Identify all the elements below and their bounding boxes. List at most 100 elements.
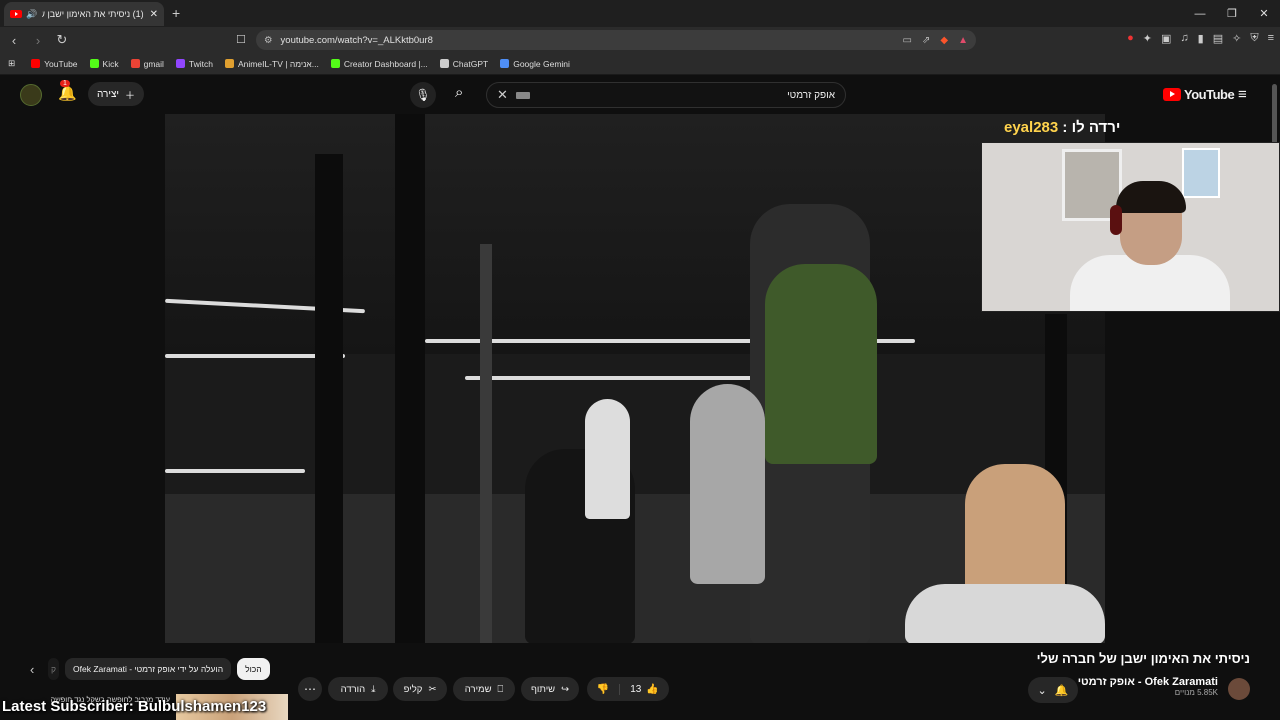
reader-icon[interactable]: ▣ [1161,32,1171,45]
stream-overlay-username: eyal283 [1004,119,1059,136]
bookmark-item[interactable]: gmail [130,59,164,69]
search-query-text: אופק זרמטי [787,89,835,101]
account-avatar[interactable] [20,84,42,106]
chip-uploaded-by-channel[interactable]: הועלה על ידי אופק זרמטי - Ofek Zaramati [65,658,232,680]
video-frame-rack [480,244,492,643]
back-button[interactable]: ‹ [4,33,24,48]
clear-search-icon[interactable]: ✕ [497,87,508,103]
menu-icon[interactable]: ≡ [1268,32,1274,45]
create-button[interactable]: יצירה ＋ [88,82,144,106]
page-scrollbar[interactable] [1272,84,1277,144]
dislike-button[interactable]: 👎 [587,684,619,695]
clip-button[interactable]: ✂ קליפ [393,677,447,701]
chevron-left-icon[interactable]: ‹ [30,662,42,677]
channel-avatar[interactable] [1228,678,1250,700]
video-player[interactable] [165,114,1105,643]
share-icon: ↪ [561,683,570,695]
youtube-favicon-icon [10,10,22,18]
video-frame-rack [315,154,343,643]
notification-badge: 1 [60,80,70,87]
bell-icon: 🔔 [1054,684,1069,697]
close-window-button[interactable]: ✕ [1248,0,1280,27]
chip-all[interactable]: הכול [237,658,270,680]
recommendation-chips: ‹ ק הועלה על ידי אופק זרמטי - Ofek Zaram… [30,658,270,680]
cast-icon[interactable]: ▭ [903,35,912,46]
chevron-down-icon: ⌄ [1037,684,1047,697]
microphone-icon: 🎙 [415,88,431,102]
rewards-icon[interactable]: ▲ [958,35,968,46]
sidebar-icon[interactable]: ▮ [1198,32,1204,45]
music-icon[interactable]: ♫ [1180,32,1188,45]
maximize-button[interactable]: ❐ [1216,0,1248,27]
streamer-webcam [981,142,1280,312]
youtube-logo[interactable]: YouTube [1163,87,1235,102]
like-button[interactable]: 13 👍 [619,683,669,695]
search-button[interactable]: ⌕ [455,84,463,101]
record-extension-icon[interactable]: ● [1127,32,1134,45]
video-frame-person [585,399,630,519]
youtube-masthead: 🔔 1 יצירה ＋ 🎙 ⌕ ✕ אופק זרמטי YouTube ≡ [0,76,1280,114]
bookmark-item[interactable]: ChatGPT [439,59,488,69]
vpn-shield-icon[interactable]: ⛨ [1250,32,1258,45]
speaker-icon[interactable]: 🔊 [26,9,37,20]
subscriber-count: 5.85K מנויים [1174,688,1218,697]
bookmark-favicon-icon [330,59,340,68]
more-horizontal-icon: ⋯ [304,682,316,696]
window-controls: — ❐ ✕ [1184,0,1280,27]
minimize-button[interactable]: — [1184,0,1216,27]
browser-tab-active[interactable]: 🔊 (1) ניסיתי את האימון ישבן של חברה שלי … [4,2,164,26]
share-button[interactable]: ↪ שיתוף [521,677,579,701]
bookmark-item[interactable]: Kick [89,59,119,69]
forward-button[interactable]: › [28,33,48,48]
url-text: youtube.com/watch?v=_ALKktb0ur8 [280,34,433,46]
save-button[interactable]: ⎕ שמירה [453,677,515,701]
bookmark-icon: ⎕ [497,683,504,695]
webcam-headphones [1110,205,1122,235]
ai-assistant-icon[interactable]: ✧ [1232,32,1241,45]
subscription-bell-button[interactable]: ⌄ 🔔 [1028,677,1078,703]
bookmark-item[interactable]: YouTube [31,59,78,69]
bookmarks-bar: ⊞ YouTube Kick gmail Twitch AnimeIL-TV |… [0,53,1280,75]
bookmark-favicon-icon [225,59,234,68]
download-button[interactable]: ⤓ הורדה [328,677,388,701]
video-frame-person [765,264,877,464]
reload-button[interactable]: ↻ [52,32,72,48]
bookmark-item[interactable]: Twitch [175,59,213,69]
close-tab-icon[interactable]: ✕ [150,9,158,20]
channel-info[interactable]: Ofek Zaramati - אופק זרמטי 5.85K מנויים [1078,676,1218,697]
site-info-icon[interactable]: ⚙ [264,35,273,46]
bookmark-favicon-icon [31,59,41,68]
bookmark-item[interactable]: Google Gemini [500,59,570,69]
chip-partial[interactable]: ק [48,658,60,680]
scissors-icon: ✂ [428,683,437,695]
video-frame-rack [395,114,425,643]
puzzle-extensions-icon[interactable]: ✦ [1143,32,1152,45]
new-tab-button[interactable]: + [172,5,180,21]
search-icon: ⌕ [455,84,464,101]
video-frame-light [465,376,795,380]
bookmark-item[interactable]: AnimeIL-TV | אנימה... [225,59,319,69]
webcam-person-hair [1116,181,1186,213]
stream-overlay-caption: ירדה לו : eyal283 [1004,119,1121,136]
more-actions-button[interactable]: ⋯ [298,677,322,701]
browser-toolbar: ‹ › ↻ ☐ ⚙ youtube.com/watch?v=_ALKktb0ur… [0,27,1280,53]
guide-menu-icon[interactable]: ≡ [1238,86,1247,103]
bookmark-favicon-icon [500,59,510,68]
voice-search-button[interactable]: 🎙 [410,82,436,108]
channel-name[interactable]: Ofek Zaramati - אופק זרמטי [1078,676,1218,688]
bookmark-page-icon[interactable]: ☐ [236,33,246,46]
video-frame-person [690,384,765,584]
video-title: ניסיתי את האימון ישבן של חברה שלי [1036,651,1250,666]
address-bar[interactable]: ⚙ youtube.com/watch?v=_ALKktb0ur8 ▭ ⇗ ◆ … [256,30,976,50]
thumbs-down-icon: 👎 [596,683,610,695]
share-page-icon[interactable]: ⇗ [922,35,930,46]
wallet-icon[interactable]: ▤ [1213,32,1223,45]
bookmark-item[interactable]: Creator Dashboard |... [330,59,428,69]
apps-grid-icon[interactable]: ⊞ [8,58,15,69]
extensions-area: ● ✦ ▣ ♫ ▮ ▤ ✧ ⛨ ≡ [1127,32,1274,45]
download-icon: ⤓ [371,683,376,695]
notifications-bell-icon[interactable]: 🔔 1 [58,80,77,102]
brave-shield-icon[interactable]: ◆ [940,35,948,46]
keyboard-icon[interactable] [515,91,530,99]
search-input[interactable]: ✕ אופק זרמטי [486,82,846,108]
